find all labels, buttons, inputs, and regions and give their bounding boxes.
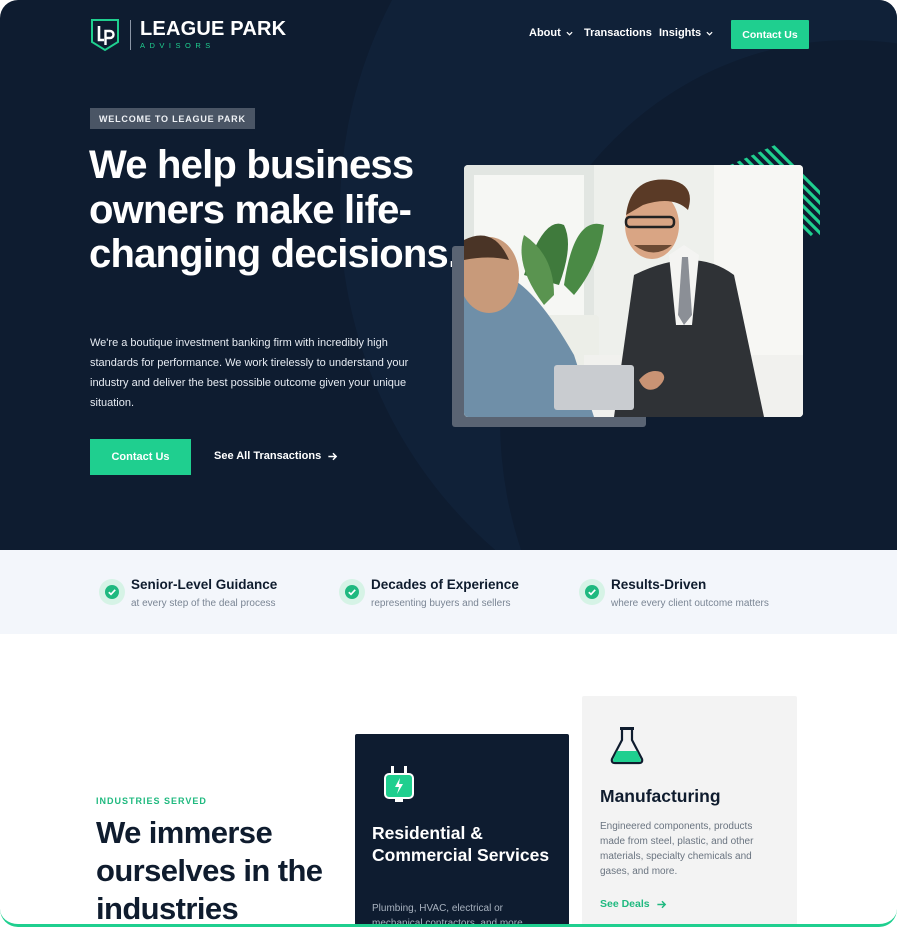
nav-item-label: About bbox=[529, 27, 561, 39]
industry-card-description: Engineered components, products made fro… bbox=[600, 821, 754, 877]
see-all-transactions-label: See All Transactions bbox=[214, 450, 322, 462]
chevron-down-icon bbox=[566, 31, 573, 36]
industry-card-manufacturing[interactable]: Manufacturing Engineered components, pro… bbox=[582, 696, 797, 924]
top-navigation: LEAGUE PARK ADVISORS About Transactions … bbox=[0, 0, 897, 70]
industries-heading: We immerse ourselves in the industries bbox=[96, 815, 323, 926]
industry-card-residential[interactable]: Residential & Commercial Services Plumbi… bbox=[355, 734, 569, 927]
nav-item-label: Transactions bbox=[584, 27, 652, 39]
flask-icon bbox=[610, 727, 644, 765]
feature-item: Results-Driven where every client outcom… bbox=[579, 576, 769, 612]
feature-subtitle: representing buyers and sellers bbox=[371, 598, 511, 609]
hero-contact-button[interactable]: Contact Us bbox=[90, 439, 191, 475]
industries-eyebrow: INDUSTRIES SERVED bbox=[96, 796, 207, 806]
logo-wordmark: LEAGUE PARK ADVISORS bbox=[140, 19, 286, 51]
check-circle-icon bbox=[99, 579, 125, 605]
feature-subtitle: where every client outcome matters bbox=[611, 598, 769, 609]
see-deals-link[interactable]: See Deals bbox=[600, 898, 667, 910]
brand-logo[interactable]: LEAGUE PARK ADVISORS bbox=[90, 18, 286, 52]
hero-description: We're a boutique investment banking firm… bbox=[90, 337, 409, 409]
feature-title: Decades of Experience bbox=[371, 577, 519, 592]
page-frame: LEAGUE PARK ADVISORS About Transactions … bbox=[0, 0, 897, 927]
check-circle-icon bbox=[339, 579, 365, 605]
see-deals-label: See Deals bbox=[600, 898, 650, 910]
industry-card-title: Residential & Commercial Services bbox=[372, 823, 550, 865]
logo-tagline: ADVISORS bbox=[140, 41, 215, 50]
hero-eyebrow-badge: WELCOME TO LEAGUE PARK bbox=[90, 108, 255, 129]
hero-section: LEAGUE PARK ADVISORS About Transactions … bbox=[0, 0, 897, 550]
nav-item-insights[interactable]: Insights bbox=[659, 27, 713, 39]
features-strip: Senior-Level Guidance at every step of t… bbox=[0, 550, 897, 634]
logo-name: LEAGUE PARK bbox=[140, 18, 287, 40]
electric-plug-icon bbox=[384, 766, 414, 802]
industry-card-description: Plumbing, HVAC, electrical or mechanical… bbox=[372, 903, 523, 927]
arrow-right-icon bbox=[328, 452, 338, 460]
logo-divider bbox=[130, 20, 131, 50]
industry-card-title: Manufacturing bbox=[600, 786, 721, 806]
arrow-right-icon bbox=[657, 900, 666, 908]
feature-subtitle: at every step of the deal process bbox=[131, 598, 276, 609]
see-all-transactions-link[interactable]: See All Transactions bbox=[214, 450, 338, 462]
nav-item-label: Insights bbox=[659, 27, 702, 39]
feature-item: Senior-Level Guidance at every step of t… bbox=[99, 576, 277, 612]
nav-item-transactions[interactable]: Transactions bbox=[584, 27, 652, 39]
chevron-down-icon bbox=[706, 31, 713, 36]
hero-headline: We help business owners make life-changi… bbox=[89, 143, 459, 276]
check-circle-icon bbox=[579, 579, 605, 605]
feature-title: Senior-Level Guidance bbox=[131, 577, 278, 592]
hero-photo-handshake bbox=[464, 165, 803, 417]
nav-contact-button[interactable]: Contact Us bbox=[731, 20, 809, 49]
feature-item: Decades of Experience representing buyer… bbox=[339, 576, 519, 612]
logo-shield-icon bbox=[91, 19, 119, 52]
nav-item-about[interactable]: About bbox=[529, 27, 573, 39]
feature-title: Results-Driven bbox=[611, 577, 707, 592]
